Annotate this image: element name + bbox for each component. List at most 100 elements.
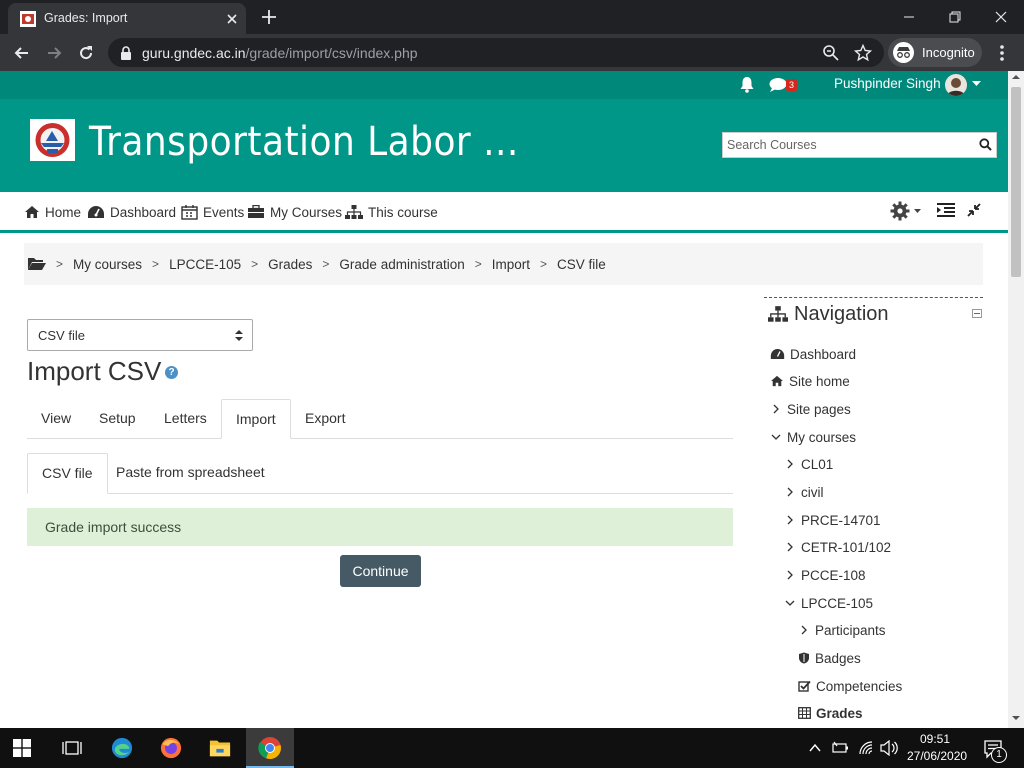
nav-item-grades[interactable]: Grades: [798, 704, 863, 722]
breadcrumb: > My courses > LPCCE-105 > Grades > Grad…: [24, 243, 983, 285]
search-icon[interactable]: [979, 138, 992, 151]
tab-view[interactable]: View: [27, 399, 85, 439]
course-search-input[interactable]: [723, 133, 973, 157]
nav-item-course[interactable]: PRCE-14701: [784, 511, 881, 529]
message-count-badge: 3: [786, 79, 798, 91]
nav-item-label: CL01: [801, 456, 834, 472]
user-name[interactable]: Pushpinder Singh: [834, 76, 941, 91]
incognito-profile-button[interactable]: Incognito: [888, 38, 982, 67]
nav-item-course[interactable]: civil: [784, 483, 824, 501]
menu-my-courses[interactable]: My Courses: [247, 203, 342, 221]
settings-menu[interactable]: [890, 201, 922, 221]
breadcrumb-grades[interactable]: Grades: [268, 257, 312, 272]
tab-setup[interactable]: Setup: [85, 399, 150, 439]
nav-item-competencies[interactable]: Competencies: [798, 677, 902, 695]
nav-item-course[interactable]: CETR-101/102: [784, 538, 891, 556]
browser-tab[interactable]: Grades: Import: [8, 3, 246, 34]
tab-export[interactable]: Export: [291, 399, 359, 439]
breadcrumb-import[interactable]: Import: [492, 257, 530, 272]
briefcase-icon: [248, 205, 264, 218]
notifications-bell-icon[interactable]: [739, 76, 755, 93]
site-logo[interactable]: [30, 119, 75, 161]
menu-this-course-label: This course: [368, 204, 438, 220]
breadcrumb-my-courses[interactable]: My courses: [73, 257, 142, 272]
nav-item-course[interactable]: PCCE-108: [784, 566, 866, 584]
chevron-right-icon: [787, 487, 793, 497]
nav-item-label: PRCE-14701: [801, 512, 881, 528]
minimize-icon[interactable]: [899, 7, 919, 27]
menu-my-courses-label: My Courses: [270, 204, 343, 220]
scroll-up-arrow-icon[interactable]: [1012, 74, 1020, 80]
continue-button[interactable]: Continue: [340, 555, 421, 587]
firefox-icon[interactable]: [159, 737, 183, 759]
nav-item-label: Dashboard: [790, 346, 857, 362]
import-type-select[interactable]: CSV file: [27, 319, 253, 351]
zoom-icon[interactable]: [822, 44, 840, 62]
nav-item-site-pages[interactable]: Site pages: [770, 400, 851, 418]
battery-icon[interactable]: [832, 740, 850, 756]
site-title[interactable]: Transportation Labor ...: [89, 119, 519, 165]
menu-events-label: Events: [203, 204, 245, 220]
avatar[interactable]: [945, 74, 967, 96]
wifi-icon[interactable]: [858, 740, 874, 756]
reload-icon[interactable]: [76, 43, 96, 63]
collapse-fullscreen-icon[interactable]: [967, 203, 981, 217]
address-bar[interactable]: guru.gndec.ac.in/grade/import/csv/index.…: [108, 38, 884, 67]
import-type-selected-value: CSV file: [38, 328, 85, 343]
task-view-icon[interactable]: [62, 739, 82, 757]
volume-icon[interactable]: [880, 740, 898, 756]
page-title: Import CSV: [27, 356, 162, 386]
bookmark-star-icon[interactable]: [854, 44, 872, 62]
import-subtabs: CSV file Paste from spreadsheet: [27, 453, 733, 494]
menu-this-course[interactable]: This course: [345, 203, 438, 221]
scrollbar-thumb[interactable]: [1011, 87, 1021, 277]
messages-icon[interactable]: [769, 77, 787, 93]
nav-item-current-course[interactable]: LPCCE-105: [784, 594, 873, 612]
browser-menu-icon[interactable]: [994, 43, 1010, 63]
subtab-paste-from-spreadsheet[interactable]: Paste from spreadsheet: [102, 453, 279, 493]
breadcrumb-separator: >: [56, 257, 64, 271]
select-arrows-icon: [235, 330, 243, 341]
breadcrumb-csv-file[interactable]: CSV file: [557, 257, 606, 272]
tab-import[interactable]: Import: [221, 399, 291, 439]
edge-browser-icon[interactable]: [110, 737, 134, 759]
menu-dashboard[interactable]: Dashboard: [87, 203, 176, 221]
nav-item-badges[interactable]: Badges: [798, 649, 861, 667]
scroll-down-arrow-icon[interactable]: [1012, 715, 1020, 721]
user-menu-caret-icon[interactable]: [972, 81, 981, 87]
nav-item-course[interactable]: CL01: [784, 455, 833, 473]
sitemap-icon: [345, 204, 363, 219]
table-icon: [798, 707, 811, 719]
clock-time[interactable]: 09:51: [920, 732, 950, 746]
new-tab-icon[interactable]: [260, 8, 278, 26]
menu-events[interactable]: Events: [181, 203, 244, 221]
menu-home[interactable]: Home: [24, 203, 81, 221]
subtab-csv-file[interactable]: CSV file: [27, 453, 108, 494]
clock-date[interactable]: 27/06/2020: [907, 749, 967, 763]
nav-item-site-home[interactable]: Site home: [770, 372, 850, 390]
folder-open-icon[interactable]: [28, 257, 46, 271]
windows-start-icon[interactable]: [13, 739, 31, 757]
close-tab-icon[interactable]: [224, 11, 240, 27]
nav-item-dashboard[interactable]: Dashboard: [770, 345, 856, 363]
chrome-taskbar-button[interactable]: [246, 728, 294, 768]
show-hidden-icons-chevron-icon[interactable]: [808, 741, 822, 755]
page-scrollbar[interactable]: [1008, 71, 1024, 728]
forward-icon[interactable]: [44, 43, 64, 63]
collapse-block-icon[interactable]: [972, 309, 982, 318]
gear-icon: [890, 201, 921, 221]
nav-item-participants[interactable]: Participants: [798, 621, 886, 639]
close-window-icon[interactable]: [991, 7, 1011, 27]
nav-item-label: Site home: [789, 373, 850, 389]
navigation-title: Navigation: [794, 303, 889, 325]
toggle-blocks-icon[interactable]: [937, 203, 955, 217]
nav-item-my-courses[interactable]: My courses: [770, 428, 856, 446]
help-icon[interactable]: ?: [165, 366, 178, 379]
restore-icon[interactable]: [945, 7, 965, 27]
breadcrumb-grade-administration[interactable]: Grade administration: [339, 257, 464, 272]
back-icon[interactable]: [12, 43, 32, 63]
file-explorer-icon[interactable]: [208, 737, 232, 759]
chevron-down-icon: [771, 434, 781, 440]
tab-letters[interactable]: Letters: [150, 399, 221, 439]
breadcrumb-course[interactable]: LPCCE-105: [169, 257, 241, 272]
